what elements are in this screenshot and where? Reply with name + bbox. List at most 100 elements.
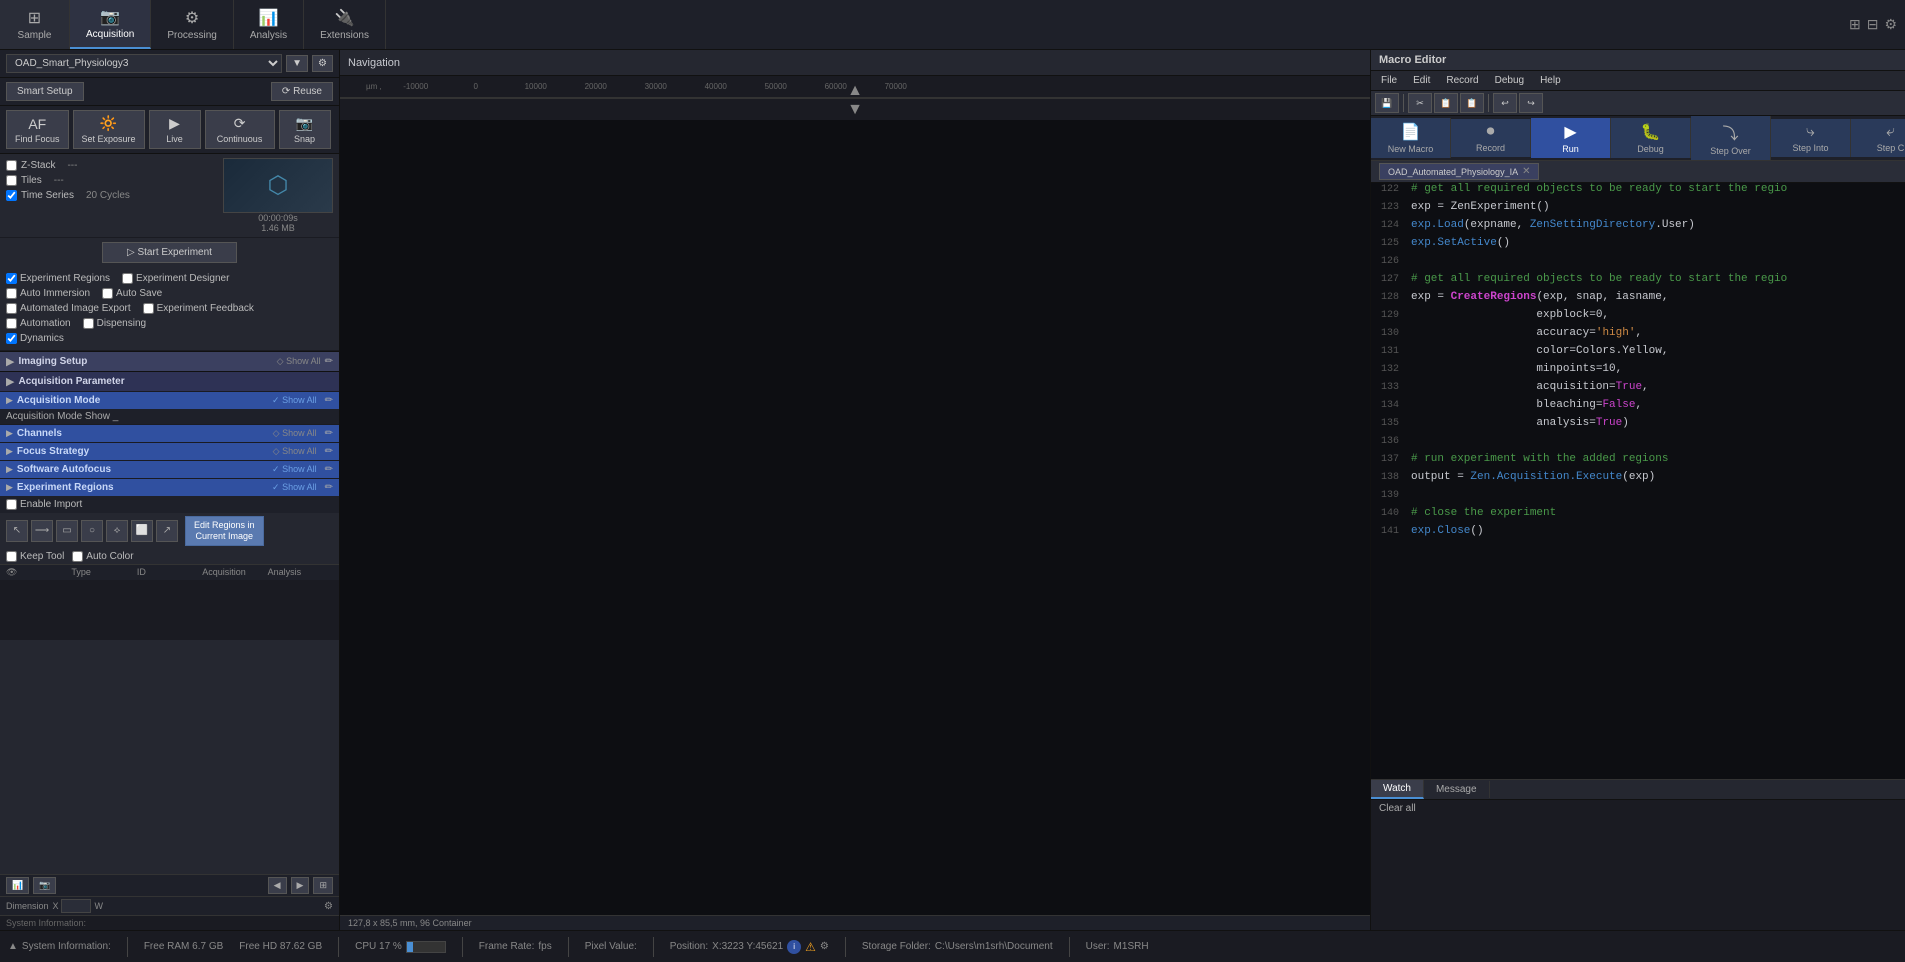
experiment-dropdown-btn[interactable]: ▼ — [286, 55, 308, 72]
snap-button[interactable]: 📷 Snap — [279, 110, 331, 149]
ruler-tick-6: 40000 — [686, 82, 746, 91]
continuous-button[interactable]: ⟳ Continuous — [205, 110, 275, 149]
live-button[interactable]: ▶ Live — [149, 110, 201, 149]
tab-acquisition[interactable]: 📷 Acquisition — [70, 0, 151, 49]
automation-cb[interactable]: Automation — [6, 318, 71, 329]
tab-processing[interactable]: ⚙ Processing — [151, 0, 233, 49]
software-autofocus-show-all[interactable]: ✓ Show All — [272, 464, 317, 475]
gear-icon[interactable]: ⚙ — [1884, 16, 1897, 33]
experiment-regions-cb[interactable]: Experiment Regions — [6, 273, 110, 284]
macro-menu-debug[interactable]: Debug — [1489, 73, 1530, 88]
dimension-settings-btn[interactable]: ⚙ — [324, 901, 333, 912]
macro-undo-btn[interactable]: ↩ — [1493, 93, 1517, 113]
tool-circle[interactable]: ○ — [81, 520, 103, 542]
experiment-regions-header[interactable]: ▶ Experiment Regions ✓ Show All ✏ — [0, 479, 339, 496]
auto-immersion-cb[interactable]: Auto Immersion — [6, 288, 90, 299]
macro-cut-btn[interactable]: ✂ — [1408, 93, 1432, 113]
start-experiment-button[interactable]: ▷ Start Experiment — [102, 242, 237, 263]
set-exposure-button[interactable]: 🔆 Set Exposure — [73, 110, 145, 149]
macro-menu-record[interactable]: Record — [1440, 73, 1484, 88]
clear-all-button[interactable]: Clear all — [1371, 800, 1424, 817]
new-macro-button[interactable]: 📄 New Macro — [1371, 118, 1451, 158]
record-button[interactable]: ⏺ Record — [1451, 119, 1531, 157]
experiment-settings-btn[interactable]: ⚙ — [312, 55, 333, 72]
focus-strategy-header[interactable]: ▶ Focus Strategy ◇ Show All ✏ — [0, 443, 339, 460]
tool-freehand[interactable]: ↗ — [156, 520, 178, 542]
message-tab[interactable]: Message — [1424, 781, 1490, 798]
camera-bottom-btn[interactable]: 📷 — [33, 877, 56, 894]
expand-btn[interactable]: ⊞ — [313, 877, 333, 894]
acq-mode-header[interactable]: ▶ Acquisition Mode ✓ Show All ✏ — [0, 392, 339, 409]
dynamics-cb[interactable]: Dynamics — [6, 333, 64, 344]
auto-color-cb[interactable]: Auto Color — [72, 551, 133, 562]
acq-mode-show-all[interactable]: ✓ Show All — [272, 395, 317, 406]
auto-save-cb[interactable]: Auto Save — [102, 288, 162, 299]
find-focus-button[interactable]: AF Find Focus — [6, 110, 69, 149]
nav-arrow-top[interactable]: ▲ — [845, 80, 865, 98]
grid-icon-1[interactable]: ⊞ — [1849, 16, 1861, 33]
time-series-checkbox[interactable] — [6, 190, 17, 201]
experiment-feedback-cb[interactable]: Experiment Feedback — [143, 303, 254, 314]
code-line-123: 123exp = ZenExperiment() — [1371, 201, 1905, 219]
keep-tool-cb[interactable]: Keep Tool — [6, 551, 64, 562]
chart-btn[interactable]: 📊 — [6, 877, 29, 894]
macro-menu-edit[interactable]: Edit — [1407, 73, 1436, 88]
tool-rect[interactable]: ▭ — [56, 520, 78, 542]
next-btn[interactable]: ▶ — [291, 877, 310, 894]
macro-menu-help[interactable]: Help — [1534, 73, 1567, 88]
macro-code-area[interactable]: 122# get all required objects to be read… — [1371, 183, 1905, 779]
imaging-setup-section-header[interactable]: ▶ Imaging Setup ◇ Show All ✏ — [0, 351, 339, 371]
acq-mode-edit[interactable]: ✏ — [325, 395, 333, 406]
step-over-button[interactable]: ⤵ Step Over — [1691, 116, 1771, 160]
dispensing-cb[interactable]: Dispensing — [83, 318, 146, 329]
imaging-setup-edit-icon[interactable]: ✏ — [325, 356, 333, 367]
enable-import-cb[interactable]: Enable Import — [6, 499, 333, 510]
tab-sample[interactable]: ⊞ Sample — [0, 0, 70, 49]
smart-setup-button[interactable]: Smart Setup — [6, 82, 84, 101]
run-button[interactable]: ▶ Run — [1531, 118, 1611, 158]
reuse-button[interactable]: ⟳ Reuse — [271, 82, 333, 101]
experiment-regions-edit[interactable]: ✏ — [325, 482, 333, 493]
macro-tab-item[interactable]: OAD_Automated_Physiology_IA ✕ — [1379, 163, 1539, 180]
tab-analysis[interactable]: 📊 Analysis — [234, 0, 304, 49]
z-stack-checkbox[interactable] — [6, 160, 17, 171]
acq-parameter-section-header[interactable]: ▶ Acquisition Parameter — [0, 371, 339, 391]
imaging-setup-show-all[interactable]: ◇ Show All — [277, 356, 321, 367]
dimension-x-input[interactable] — [61, 899, 91, 913]
step-c-button[interactable]: ⤶ Step C — [1851, 119, 1905, 157]
macro-tab-close[interactable]: ✕ — [1522, 166, 1530, 177]
edit-regions-button[interactable]: Edit Regions inCurrent Image — [185, 516, 264, 546]
prev-btn[interactable]: ◀ — [268, 877, 287, 894]
macro-copy-btn[interactable]: 📋 — [1434, 93, 1458, 113]
macro-redo-btn[interactable]: ↪ — [1519, 93, 1543, 113]
position-settings-icon[interactable]: ⚙ — [820, 941, 829, 952]
debug-button[interactable]: 🐛 Debug — [1611, 118, 1691, 158]
experiment-selector[interactable]: OAD_Smart_Physiology3 — [6, 54, 282, 73]
macro-menu-file[interactable]: File — [1375, 73, 1403, 88]
watch-tab[interactable]: Watch — [1371, 780, 1424, 799]
tiles-checkbox[interactable] — [6, 175, 17, 186]
tab-extensions[interactable]: 🔌 Extensions — [304, 0, 386, 49]
channels-show-all[interactable]: ◇ Show All — [273, 428, 317, 439]
tool-poly[interactable]: ⟡ — [106, 520, 128, 542]
code-line-132: 132 minpoints=10, — [1371, 363, 1905, 381]
macro-save-btn[interactable]: 💾 — [1375, 93, 1399, 113]
continuous-icon: ⟳ — [234, 115, 246, 132]
focus-strategy-show-all[interactable]: ◇ Show All — [273, 446, 317, 457]
grid-icon-2[interactable]: ⊟ — [1867, 16, 1879, 33]
tool-line[interactable]: ⟶ — [31, 520, 53, 542]
software-autofocus-edit[interactable]: ✏ — [325, 464, 333, 475]
status-sep-1 — [127, 937, 128, 957]
focus-strategy-edit[interactable]: ✏ — [325, 446, 333, 457]
experiment-regions-show-all[interactable]: ✓ Show All — [272, 482, 317, 493]
channels-edit[interactable]: ✏ — [325, 428, 333, 439]
tool-pointer[interactable]: ↖ — [6, 520, 28, 542]
channels-header[interactable]: ▶ Channels ◇ Show All ✏ — [0, 425, 339, 442]
tool-bezier[interactable]: ⬜ — [131, 520, 153, 542]
macro-paste-btn[interactable]: 📋 — [1460, 93, 1484, 113]
step-into-button[interactable]: ⤷ Step Into — [1771, 119, 1851, 157]
experiment-filesize: 1.46 MB — [261, 223, 295, 233]
software-autofocus-header[interactable]: ▶ Software Autofocus ✓ Show All ✏ — [0, 461, 339, 478]
experiment-designer-cb[interactable]: Experiment Designer — [122, 273, 229, 284]
automated-image-export-cb[interactable]: Automated Image Export — [6, 303, 131, 314]
